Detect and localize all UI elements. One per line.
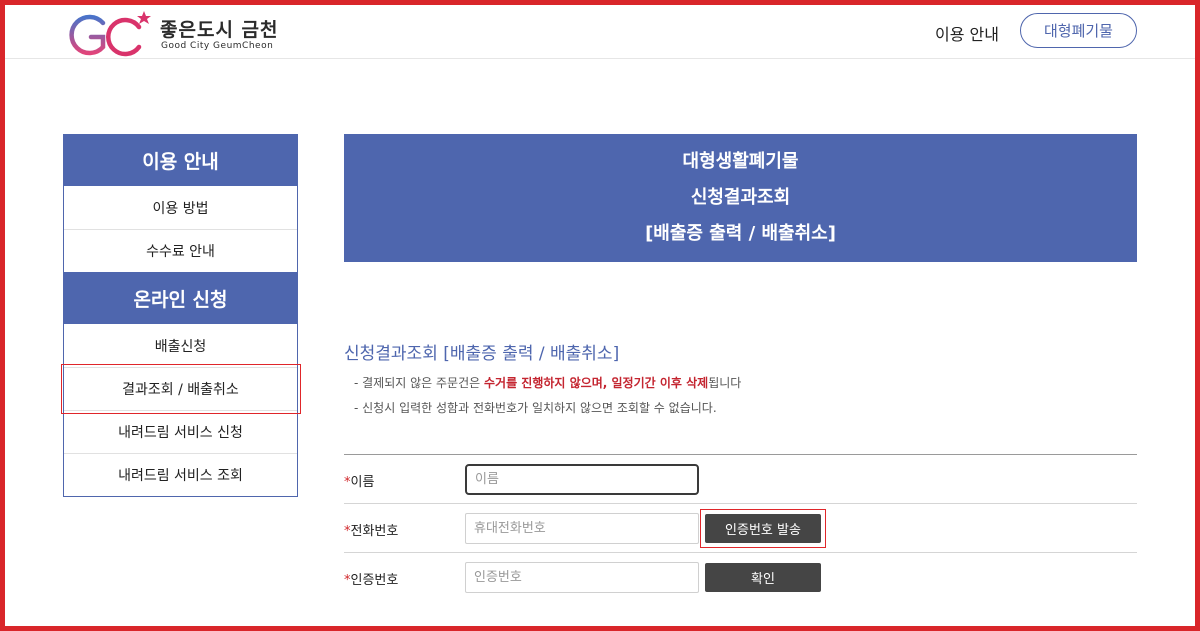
name-label: *이름 <box>344 471 374 490</box>
name-input[interactable] <box>465 464 699 495</box>
form-row-code: *인증번호 확인 <box>344 552 1137 601</box>
sidebar-menu: 이용 안내 이용 방법 수수료 안내 온라인 신청 배출신청 결과조회 / 배출… <box>63 134 298 497</box>
notice-unpaid-warning-1: 수거를 진행하지 않으며 <box>484 376 603 390</box>
sidebar-item-how-to-use[interactable]: 이용 방법 <box>64 186 297 229</box>
phone-label-text: 전화번호 <box>350 524 399 539</box>
notice-unpaid: - 결제되지 않은 주문건은 수거를 진행하지 않으며, 일정기간 이후 삭제됩… <box>354 374 741 399</box>
banner-line-2: 신청결과조회 <box>690 187 791 208</box>
code-label: *인증번호 <box>344 569 398 588</box>
notice-mismatch: - 신청시 입력한 성함과 전화번호가 일치하지 않으면 조회할 수 없습니다. <box>354 401 717 415</box>
phone-label: *전화번호 <box>344 520 398 539</box>
site-logo[interactable]: 좋은도시 금천 Good City GeumCheon <box>63 9 293 59</box>
site-header: 좋은도시 금천 Good City GeumCheon 이용 안내 대형폐기물 <box>5 5 1195 59</box>
sidebar-group-title-online: 온라인 신청 <box>64 272 297 324</box>
banner-line-1: 대형생활폐기물 <box>682 151 799 172</box>
banner-line-3: [배출증 출력 / 배출취소] <box>645 223 836 244</box>
send-code-button[interactable]: 인증번호 발송 <box>705 514 821 543</box>
notice-unpaid-prefix: - 결제되지 않은 주문건은 <box>354 376 484 390</box>
sidebar-item-result-cancel[interactable]: 결과조회 / 배출취소 <box>64 367 297 410</box>
sidebar-item-fee-guide[interactable]: 수수료 안내 <box>64 229 297 272</box>
sidebar-group-title-guide: 이용 안내 <box>64 134 297 186</box>
notice-unpaid-suffix: 됩니다 <box>708 376 742 390</box>
sidebar-item-pickup-inquiry[interactable]: 내려드림 서비스 조회 <box>64 453 297 496</box>
lookup-form: *이름 *전화번호 인증번호 발송 *인증번호 확인 <box>344 454 1137 601</box>
sidebar-item-disposal-request[interactable]: 배출신청 <box>64 324 297 367</box>
gc-logo-icon <box>69 11 151 57</box>
logo-text-korean: 좋은도시 금천 <box>160 19 279 41</box>
verification-code-input[interactable] <box>465 562 699 593</box>
notice-list: - 결제되지 않은 주문건은 수거를 진행하지 않으며, 일정기간 이후 삭제됩… <box>354 374 741 424</box>
form-row-phone: *전화번호 인증번호 발송 <box>344 503 1137 552</box>
phone-input[interactable] <box>465 513 699 544</box>
form-row-name: *이름 <box>344 454 1137 503</box>
notice-unpaid-separator: , <box>602 376 612 390</box>
code-label-text: 인증번호 <box>350 573 399 588</box>
logo-text-english: Good City GeumCheon <box>161 41 274 51</box>
sidebar-item-pickup-request[interactable]: 내려드림 서비스 신청 <box>64 410 297 453</box>
name-label-text: 이름 <box>350 475 375 490</box>
notice-unpaid-warning-2: 일정기간 이후 삭제 <box>611 376 709 390</box>
page-banner: 대형생활폐기물 신청결과조회 [배출증 출력 / 배출취소] <box>344 134 1137 262</box>
confirm-button[interactable]: 확인 <box>705 563 821 592</box>
nav-bulky-waste-button[interactable]: 대형폐기물 <box>1020 13 1137 48</box>
nav-usage-guide-link[interactable]: 이용 안내 <box>935 21 999 45</box>
section-title: 신청결과조회 [배출증 출력 / 배출취소] <box>344 344 620 364</box>
